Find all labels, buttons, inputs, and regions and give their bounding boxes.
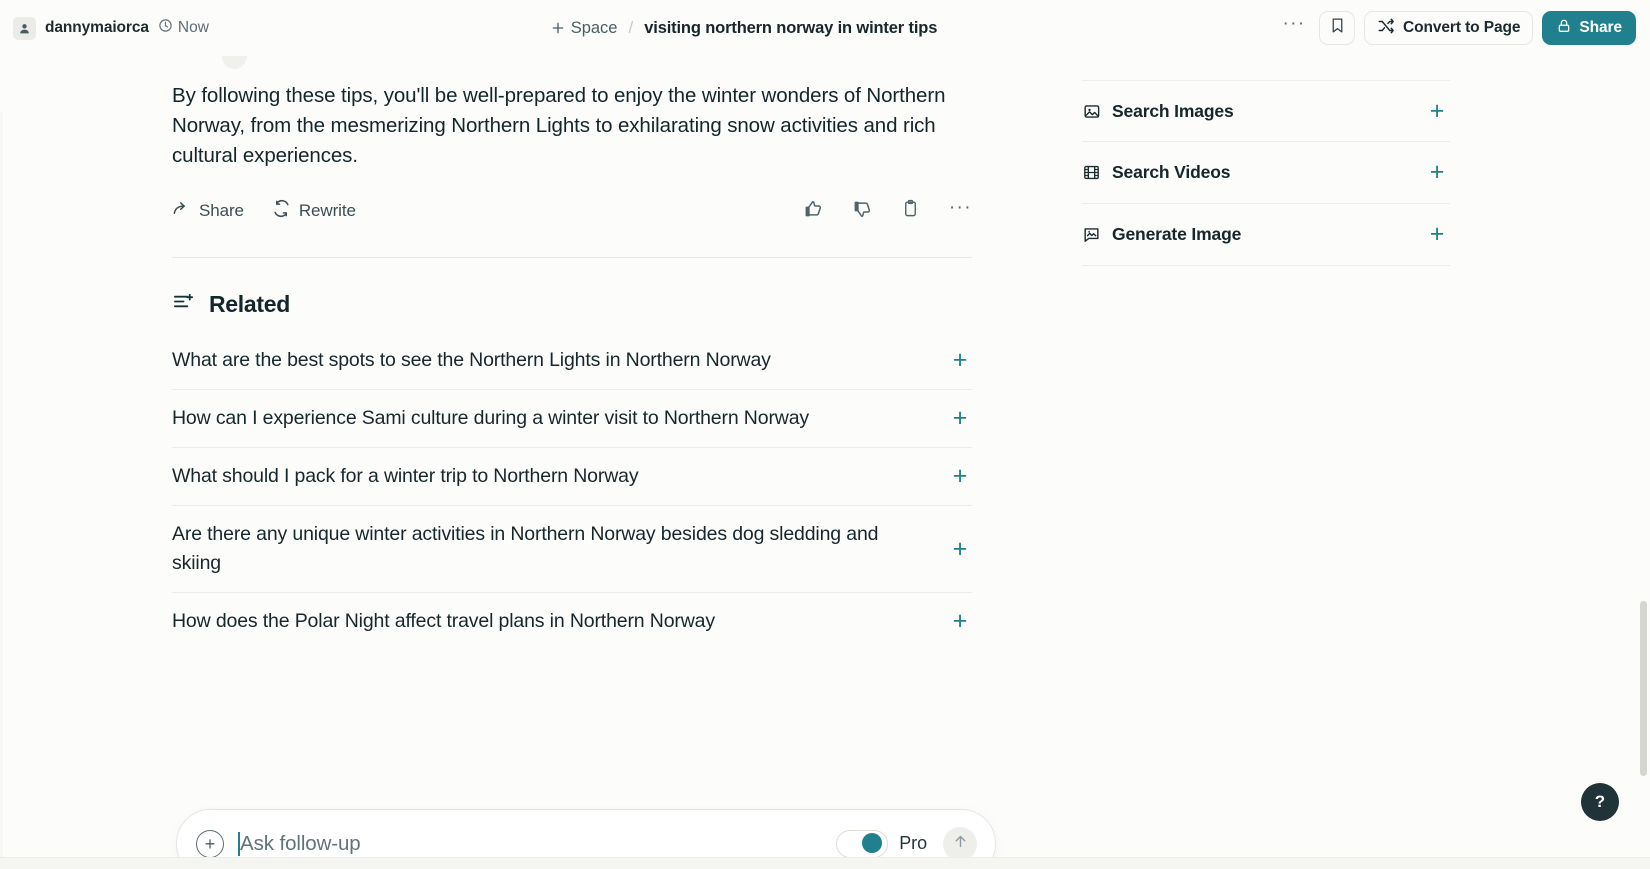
related-item-text: How does the Polar Night affect travel p… <box>172 610 715 632</box>
submit-button[interactable] <box>943 826 977 861</box>
ask-followup-input[interactable] <box>224 831 837 856</box>
breadcrumb: Space / visiting northern norway in wint… <box>209 18 1278 38</box>
pro-toggle[interactable] <box>836 829 889 858</box>
more-options-button[interactable]: ··· <box>1278 12 1310 44</box>
bookmark-icon <box>1329 17 1346 39</box>
username-label: dannymaiorca <box>45 19 149 36</box>
related-header: Related <box>172 290 1002 318</box>
timestamp-block: Now <box>158 18 209 38</box>
user-avatar-icon <box>13 16 36 40</box>
thread-author-block: dannymaiorca Now <box>0 16 209 40</box>
rewrite-label: Rewrite <box>298 201 356 220</box>
related-title: Related <box>209 290 290 317</box>
sidebar-add-icon[interactable]: + <box>1424 98 1450 124</box>
related-add-icon[interactable]: + <box>948 536 972 562</box>
thumbs-down-button[interactable] <box>852 199 872 224</box>
sidebar-item-generate-image[interactable]: Generate Image + <box>1082 204 1450 266</box>
rewrite-button[interactable]: Rewrite <box>272 199 356 223</box>
add-to-space-label: Space <box>570 18 618 37</box>
sidebar-add-icon[interactable]: + <box>1424 222 1450 247</box>
related-item[interactable]: How does the Polar Night affect travel p… <box>172 592 972 650</box>
left-rail-edge <box>0 112 3 869</box>
clock-icon <box>158 18 173 38</box>
pro-toggle-knob <box>862 833 883 853</box>
timestamp-label: Now <box>177 19 209 36</box>
media-actions-sidebar: Search Images + Search Videos + Generate… <box>1082 80 1450 266</box>
related-item[interactable]: How can I experience Sami culture during… <box>172 389 972 447</box>
attach-button[interactable]: + <box>196 829 224 858</box>
convert-to-page-button[interactable]: Convert to Page <box>1364 11 1534 45</box>
arrow-up-icon <box>952 833 969 855</box>
related-item-text: How can I experience Sami culture during… <box>172 407 810 429</box>
sidebar-item-search-videos[interactable]: Search Videos + <box>1082 142 1450 204</box>
shuffle-icon <box>1377 17 1395 40</box>
lock-icon <box>1556 18 1572 39</box>
image-icon <box>1082 102 1112 121</box>
page-title: visiting northern norway in winter tips <box>644 18 938 37</box>
generate-image-icon <box>1082 225 1112 244</box>
related-item-text: What should I pack for a winter trip to … <box>172 465 639 487</box>
scrollbar-thumb[interactable] <box>1640 601 1647 776</box>
related-questions-list: What are the best spots to see the North… <box>172 332 972 650</box>
sidebar-item-search-images[interactable]: Search Images + <box>1082 80 1450 142</box>
sidebar-add-icon[interactable]: + <box>1424 160 1450 185</box>
convert-to-page-label: Convert to Page <box>1403 19 1521 36</box>
share-button-label: Share <box>1579 19 1622 36</box>
answer-action-bar: Share Rewrite ··· <box>172 195 972 227</box>
copy-button[interactable] <box>901 199 920 223</box>
sidebar-label: Search Videos <box>1112 162 1231 182</box>
related-add-icon[interactable]: + <box>948 348 972 373</box>
pro-toggle-group: Pro <box>836 829 927 858</box>
bookmark-button[interactable] <box>1319 11 1356 45</box>
share-button[interactable]: Share <box>1542 11 1636 45</box>
related-item-text: What are the best spots to see the North… <box>172 349 771 371</box>
answer-share-button[interactable]: Share <box>172 199 244 223</box>
thumbs-up-button[interactable] <box>803 199 823 224</box>
top-bar-actions: ··· Convert to Page Share <box>1278 11 1650 45</box>
perplexity-thread-page: dannymaiorca Now Space / visiting northe… <box>0 0 1650 869</box>
related-add-icon[interactable]: + <box>948 464 972 489</box>
top-bar: dannymaiorca Now Space / visiting northe… <box>0 0 1650 56</box>
answer-action-right: ··· <box>803 198 972 224</box>
answer-column: By following these tips, you'll be well-… <box>172 81 1002 650</box>
related-item-text: Are there any unique winter activities i… <box>172 523 879 574</box>
sidebar-label: Generate Image <box>1112 224 1242 244</box>
section-divider <box>172 257 972 258</box>
related-item[interactable]: What are the best spots to see the North… <box>172 332 972 389</box>
answer-more-button[interactable]: ··· <box>949 198 972 219</box>
breadcrumb-separator: / <box>628 18 634 37</box>
related-item[interactable]: Are there any unique winter activities i… <box>172 505 972 592</box>
thread-content: By following these tips, you'll be well-… <box>0 56 1650 869</box>
answer-action-left: Share Rewrite <box>172 199 356 223</box>
pro-label: Pro <box>899 833 927 853</box>
related-item[interactable]: What should I pack for a winter trip to … <box>172 447 972 505</box>
related-lines-plus-icon <box>172 290 195 318</box>
thumbs-down-icon <box>852 199 872 224</box>
video-film-icon <box>1082 163 1112 182</box>
share-arrow-icon <box>172 199 191 223</box>
refresh-icon <box>272 199 291 223</box>
answer-share-label: Share <box>199 201 244 220</box>
sidebar-label: Search Images <box>1112 100 1234 121</box>
window-bottom-edge <box>0 857 1650 869</box>
add-to-space-button[interactable]: Space <box>550 19 618 38</box>
related-add-icon[interactable]: + <box>948 406 972 431</box>
answer-paragraph: By following these tips, you'll be well-… <box>172 84 946 167</box>
page-scrollbar[interactable] <box>1640 56 1647 826</box>
help-button[interactable]: ? <box>1581 783 1619 821</box>
clipboard-icon <box>901 199 920 223</box>
thumbs-up-icon <box>803 199 823 224</box>
scrolled-avatar-fragment <box>222 56 247 69</box>
related-add-icon[interactable]: + <box>948 609 972 634</box>
